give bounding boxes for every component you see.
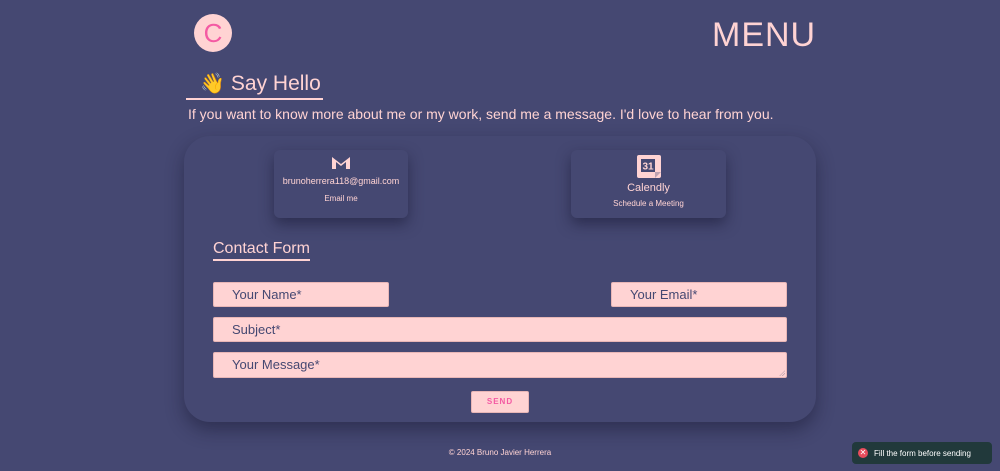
error-toast[interactable]: ✕ Fill the form before sending: [852, 442, 992, 464]
contact-form-title: Contact Form: [213, 240, 310, 261]
calendar-day: 31: [642, 162, 654, 173]
email-contact-box[interactable]: brunoherrera118@gmail.com Email me: [274, 150, 408, 218]
message-textarea[interactable]: Your Message*: [213, 352, 787, 378]
gmail-icon: [332, 157, 350, 169]
say-hello-heading: 👋 Say Hello: [186, 71, 323, 100]
schedule-meeting-label: Schedule a Meeting: [613, 199, 684, 208]
email-input[interactable]: Your Email*: [611, 282, 787, 307]
contact-card: brunoherrera118@gmail.com Email me 31 Ca…: [184, 136, 816, 422]
footer-copyright: © 2024 Bruno Javier Herrera: [448, 448, 552, 457]
email-address: brunoherrera118@gmail.com: [282, 176, 400, 186]
contact-page: C MENU 👋 Say Hello If you want to know m…: [0, 0, 1000, 471]
email-me-label: Email me: [324, 194, 358, 203]
calendly-title: Calendly: [627, 182, 670, 194]
message-placeholder: Your Message*: [232, 357, 320, 372]
waving-hand-icon: 👋: [200, 73, 225, 95]
logo-letter: C: [203, 18, 223, 48]
resize-handle-icon[interactable]: [779, 370, 785, 376]
send-button[interactable]: SEND: [471, 391, 529, 413]
toast-message: Fill the form before sending: [874, 448, 971, 458]
subject-input[interactable]: Subject*: [213, 317, 787, 342]
calendly-contact-box[interactable]: 31 Calendly Schedule a Meeting: [571, 150, 726, 218]
intro-text: If you want to know more about me or my …: [188, 106, 774, 122]
error-icon: ✕: [858, 448, 868, 458]
say-hello-title: Say Hello: [230, 71, 321, 95]
menu-button[interactable]: MENU: [712, 16, 816, 55]
logo[interactable]: C: [194, 14, 232, 52]
calendar-icon: 31: [636, 155, 661, 178]
name-input[interactable]: Your Name*: [213, 282, 389, 307]
